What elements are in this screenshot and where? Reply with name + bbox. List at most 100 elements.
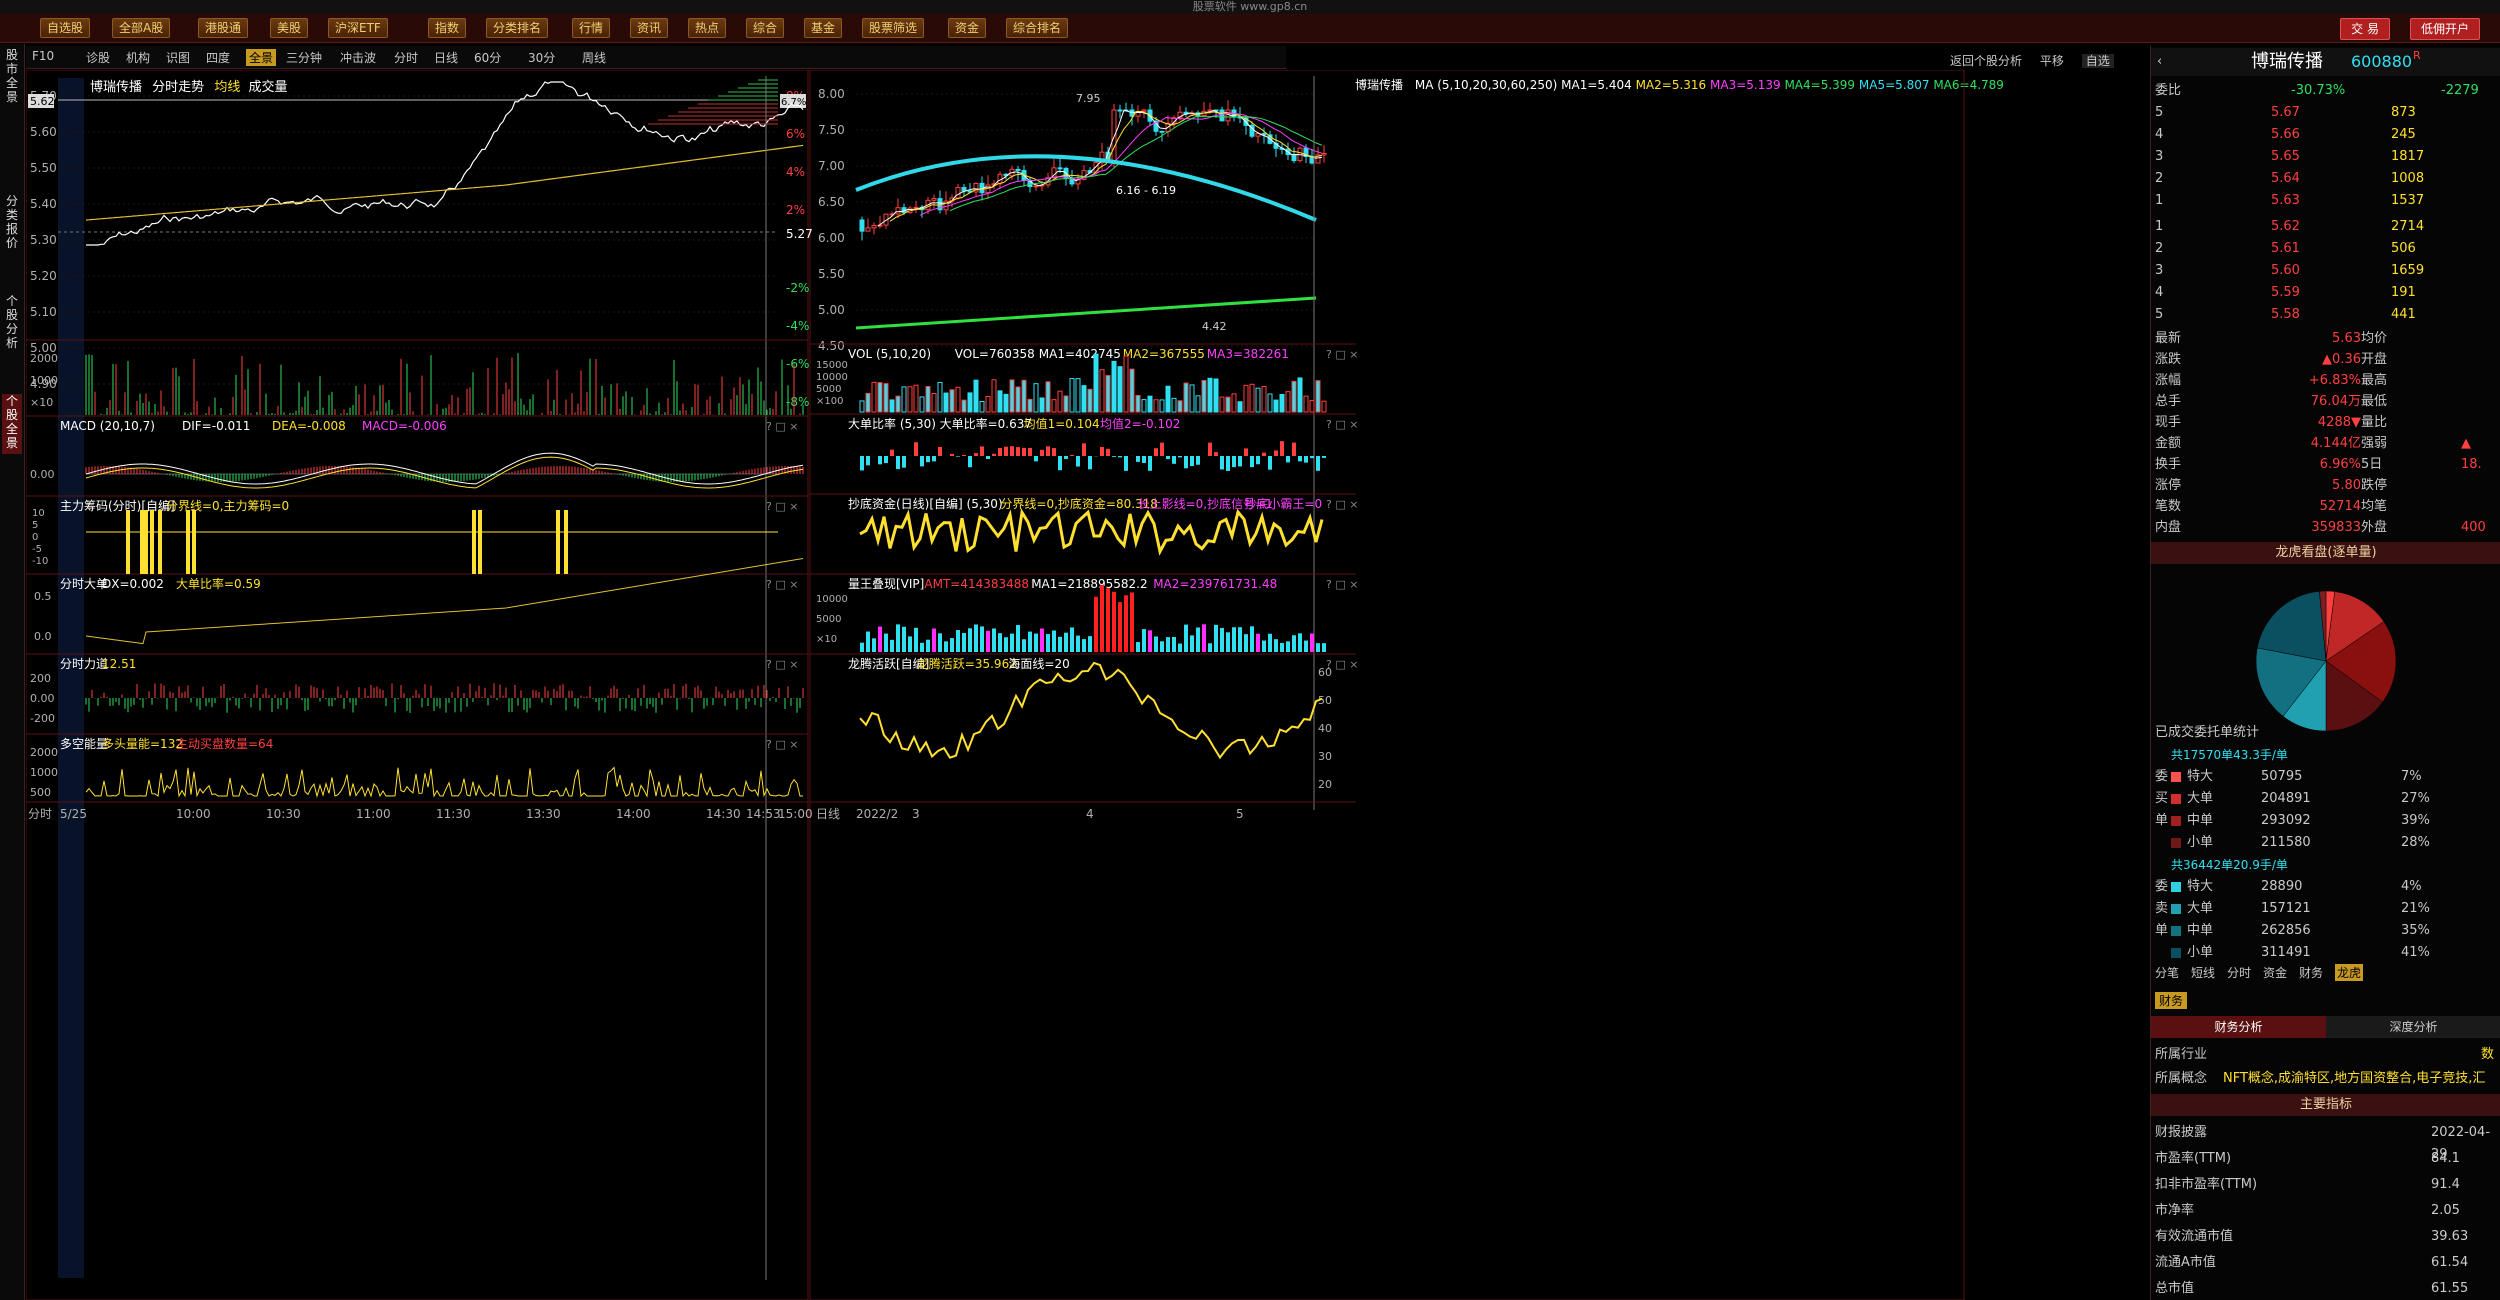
br-bar [1088,456,1092,470]
watchlist-dropdown[interactable]: 自选 [2081,54,2114,68]
toolbar-button[interactable]: 美股 [270,18,309,38]
back-icon[interactable]: ‹ [2157,48,2162,76]
amt-bar [1268,633,1272,652]
chip-label: 主力筹码(分时)[自编] [60,498,175,513]
kline-vol-bar [1003,393,1009,413]
base-price: 5.27 [786,227,813,241]
intraday-frame [26,70,809,1300]
price-tick: 5.40 [30,197,57,211]
industry-value: 数 [2481,1047,2495,1062]
macd-tick: 0.00 [30,468,55,481]
quote-tab[interactable]: 龙虎 [2335,964,2364,981]
br-bar [926,456,930,463]
trade-button[interactable]: 交 易 [2340,18,2390,40]
tab-category-quotes[interactable]: 分类报价 [2,194,22,254]
stat-label-2: 均笔 [2361,499,2388,514]
br-bar [1136,456,1140,462]
quote-tab[interactable]: 短线 [2191,964,2215,981]
toolbar-button[interactable]: 分类排名 [486,18,549,38]
subbar-tab[interactable]: 30分 [528,49,555,66]
br-value: 大单比率=0.637 [940,416,1032,431]
br-bar [890,449,894,456]
subbar-tab[interactable]: 三分钟 [286,49,322,66]
toolbar-button[interactable]: 港股通 [198,18,249,38]
kline-vol-bar [1255,387,1261,413]
subbar-tab[interactable]: 分时 [394,49,418,66]
ma6-line [855,296,1317,330]
amt-bar [1100,585,1104,652]
bid-price: 5.58 [2271,307,2300,322]
kline-vol-bar [1141,399,1147,413]
order-size-label: 特大 [2187,769,2214,784]
toolbar-button[interactable]: 指数 [428,18,467,38]
multi-active: 主动买盘数量=64 [176,736,273,751]
br-bar [1160,442,1164,456]
amt-bar [1322,643,1326,652]
toolbar-button[interactable]: 基金 [804,18,843,38]
order-volume: 262856 [2261,923,2311,938]
fin-label: 流通A市值 [2155,1255,2216,1270]
toolbar-button[interactable]: 综合排名 [1006,18,1069,38]
tab-stock-panorama[interactable]: 个股全景 [2,394,22,454]
kline-vol-bar [1195,395,1201,413]
kline-vol-bar [1165,385,1171,413]
stat-row: 笔数 52714 均笔 [2151,496,2500,518]
open-account-button[interactable]: 低佣开户 [2409,18,2480,40]
kline-vol-bar [901,386,907,413]
time-tick: 11:30 [436,807,471,821]
toolbar-button[interactable]: 热点 [688,18,727,38]
quote-tab[interactable]: 财务 [2299,964,2323,981]
toolbar-button[interactable]: 股票筛选 [862,18,925,38]
tab-stock-analysis[interactable]: 个股分析 [2,294,22,354]
fin-label: 扣非市盈率(TTM) [2155,1177,2258,1192]
subbar-tab[interactable]: 60分 [474,49,501,66]
toolbar-button[interactable]: 沪深ETF [328,18,388,38]
pan-button[interactable]: 平移 [2040,54,2064,68]
dragon-line [859,661,1323,760]
candle [1321,153,1327,156]
subbar-tab[interactable]: 诊股 [86,49,110,66]
fin-tab[interactable]: 财务 [2155,992,2188,1009]
subbar-tab[interactable]: 周线 [582,49,606,66]
amt-bar [1046,634,1050,652]
toolbar-button[interactable]: 资金 [948,18,987,38]
kline-vol-bar [883,383,889,413]
subbar-tab[interactable]: 四度 [206,49,230,66]
toolbar-button[interactable]: 综合 [746,18,785,38]
charts-area[interactable]: 5.705.605.505.405.305.205.105.004.908%6%… [26,70,2148,1300]
subbar-tab[interactable]: 机构 [126,49,150,66]
quote-tab[interactable]: 资金 [2263,964,2287,981]
bid-level: 2 [2155,241,2164,256]
subbar-tab[interactable]: 识图 [166,49,190,66]
deep-analysis-tab[interactable]: 深度分析 [2326,1016,2500,1038]
fin-analysis-tab[interactable]: 财务分析 [2151,1016,2326,1038]
order-size-label: 大单 [2187,791,2214,806]
legend-swatch [2171,882,2181,892]
fin-value: 39.63 [2431,1229,2469,1244]
toolbar-button[interactable]: 自选股 [40,18,91,38]
back-to-analysis[interactable]: 返回个股分析 [1950,54,2022,68]
chip-bar [144,510,148,574]
stat-value-2: 400 [2461,520,2486,535]
subbar-tab[interactable]: 日线 [434,49,458,66]
toolbar-button[interactable]: 行情 [572,18,611,38]
toolbar-button[interactable]: 全部A股 [112,18,171,38]
dragon-line-label: 海面线=20 [1008,656,1069,671]
subbar-tab[interactable]: 冲击波 [340,49,376,66]
tab-market-overview[interactable]: 股市全景 [2,48,22,108]
subbar-tab[interactable]: 全景 [246,49,277,66]
stat-row: 换手 6.96% 5日 18. [2151,454,2500,476]
toolbar-button[interactable]: 资讯 [630,18,669,38]
quote-tab[interactable]: 分笔 [2155,964,2179,981]
kline-vol-bar [1105,375,1111,413]
kline-vol-bar [997,390,1003,413]
br-bar [1184,456,1188,469]
br-bar [866,456,870,466]
side-label: 卖 [2155,901,2169,916]
kline-vol-bar [1201,379,1207,413]
br-bar [1154,448,1158,456]
amt-bar [920,642,924,652]
kline-vol-bar [1159,399,1165,413]
subbar-tab[interactable]: F10 [32,49,54,63]
quote-tab[interactable]: 分时 [2227,964,2251,981]
